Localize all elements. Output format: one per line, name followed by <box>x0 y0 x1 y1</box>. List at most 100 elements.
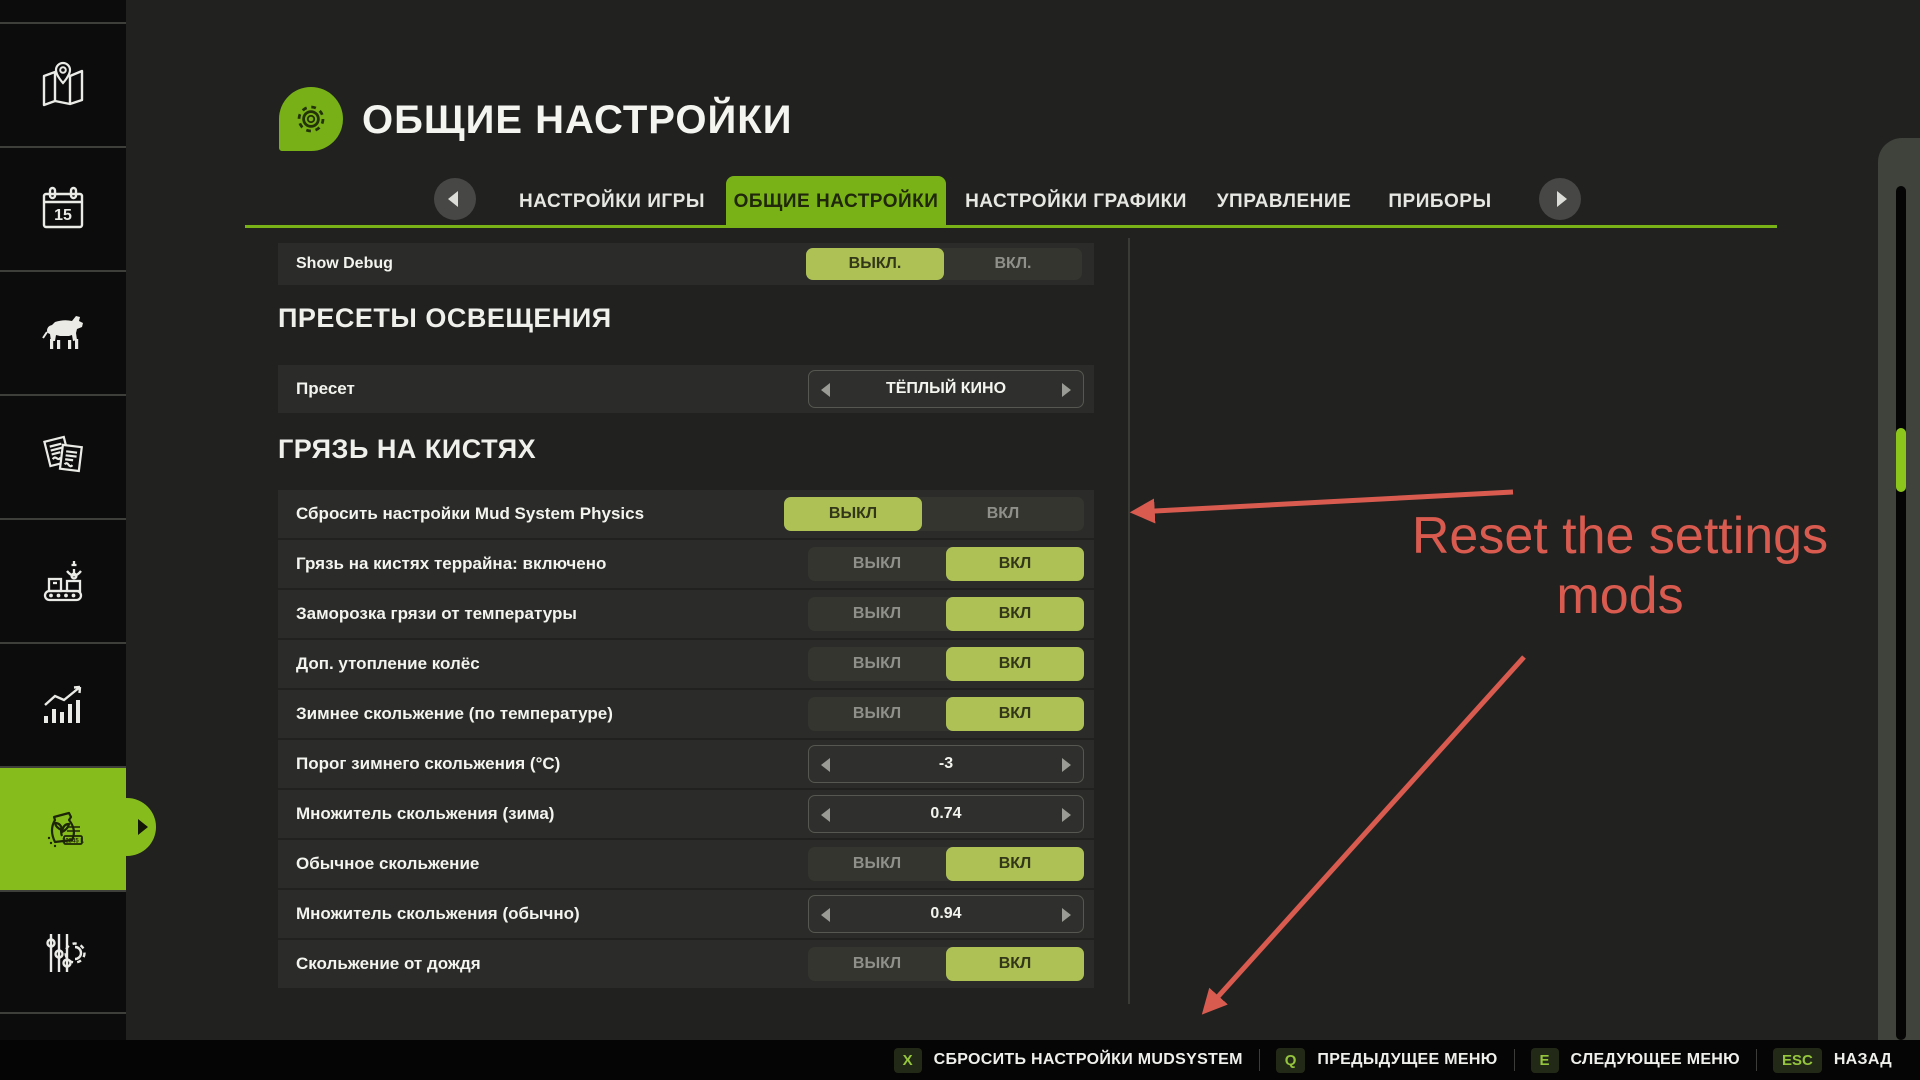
action-label: СЛЕДУЮЩЕЕ МЕНЮ <box>1571 1051 1740 1069</box>
sidebar-item-map[interactable] <box>0 24 126 146</box>
action-label: СБРОСИТЬ НАСТРОЙКИ MUDSYSTEM <box>934 1051 1243 1069</box>
action-next-menu[interactable]: E СЛЕДУЮЩЕЕ МЕНЮ <box>1531 1048 1740 1073</box>
map-icon <box>37 59 89 111</box>
sidebar-item-contracts[interactable] <box>0 396 126 518</box>
setting-label: Порог зимнего скольжения (°C) <box>296 740 560 788</box>
toggle-show-debug[interactable]: ВЫКЛ. ВКЛ. <box>806 248 1082 280</box>
toggle-winter-slip[interactable]: ВЫКЛ ВКЛ <box>808 697 1084 731</box>
toggle-mud-freeze[interactable]: ВЫКЛ ВКЛ <box>808 597 1084 631</box>
action-previous-menu[interactable]: Q ПРЕДЫДУЩЕЕ МЕНЮ <box>1276 1048 1498 1073</box>
selector-value: -3 <box>809 746 1083 782</box>
chevron-left-icon <box>448 191 458 207</box>
sidebar-item-animals[interactable] <box>0 272 126 394</box>
settings-sliders-icon <box>37 927 89 979</box>
toggle-terrain-mud[interactable]: ВЫКЛ ВКЛ <box>808 547 1084 581</box>
calendar-day-label: 15 <box>54 207 72 224</box>
setting-row-preset: Пресет ТЁПЛЫЙ КИНО <box>278 365 1094 413</box>
action-label: НАЗАД <box>1834 1051 1892 1069</box>
key-badge-x: X <box>894 1048 922 1073</box>
sidebar-item-statistics[interactable] <box>0 644 126 766</box>
toggle-on-option[interactable]: ВКЛ <box>946 847 1084 881</box>
toggle-on-option[interactable]: ВКЛ <box>946 947 1084 981</box>
normal-slip-multiplier-selector[interactable]: 0.94 <box>808 895 1084 933</box>
selector-value: 0.94 <box>809 896 1083 932</box>
list-divider <box>1128 238 1130 1004</box>
active-item-caret-icon <box>138 819 148 835</box>
toggle-on-option[interactable]: ВКЛ <box>946 547 1084 581</box>
toggle-off-option[interactable]: ВЫКЛ <box>784 497 922 531</box>
scrollbar-track[interactable] <box>1896 186 1906 1040</box>
toggle-on-option[interactable]: ВКЛ <box>946 597 1084 631</box>
general-settings-screen: 15 <box>0 0 1920 1080</box>
setting-row-wheel-sink: Доп. утопление колёс ВЫКЛ ВКЛ <box>278 640 1094 688</box>
cow-icon <box>37 307 89 359</box>
setting-row-winter-slip-multiplier: Множитель скольжения (зима) 0.74 <box>278 790 1094 838</box>
tab-graphics-settings[interactable]: НАСТРОЙКИ ГРАФИКИ <box>946 176 1206 227</box>
increase-arrow-icon[interactable] <box>1062 808 1071 822</box>
toggle-on-option[interactable]: ВКЛ <box>946 647 1084 681</box>
prev-tab-button[interactable] <box>434 178 476 220</box>
setting-label: Пресет <box>296 365 355 413</box>
toggle-off-option[interactable]: ВЫКЛ. <box>806 248 944 280</box>
sidebar-item-settings[interactable] <box>0 892 126 1014</box>
toggle-on-option[interactable]: ВКЛ <box>922 497 1084 531</box>
setting-row-terrain-mud: Грязь на кистях террайна: включено ВЫКЛ … <box>278 540 1094 588</box>
toggle-on-option[interactable]: ВКЛ. <box>944 248 1082 280</box>
key-badge-esc: ESC <box>1773 1048 1822 1073</box>
annotation-text: Reset the settings mods <box>1400 506 1840 626</box>
increase-arrow-icon[interactable] <box>1062 758 1071 772</box>
sidebar-item-production[interactable] <box>0 520 126 642</box>
action-back[interactable]: ESC НАЗАД <box>1773 1048 1892 1073</box>
sidebar-item-calendar[interactable]: 15 <box>0 148 126 270</box>
selector-value: ТЁПЛЫЙ КИНО <box>809 371 1083 407</box>
section-header-lighting-presets: ПРЕСЕТЫ ОСВЕЩЕНИЯ <box>278 303 612 334</box>
toggle-off-option[interactable]: ВЫКЛ <box>808 597 946 631</box>
toggle-off-option[interactable]: ВЫКЛ <box>808 697 946 731</box>
tab-controls[interactable]: УПРАВЛЕНИЕ <box>1206 176 1362 227</box>
tab-underline <box>245 225 1777 228</box>
setting-row-normal-slip-multiplier: Множитель скольжения (обычно) 0.94 <box>278 890 1094 938</box>
toggle-on-option[interactable]: ВКЛ <box>946 697 1084 731</box>
toggle-off-option[interactable]: ВЫКЛ <box>808 847 946 881</box>
setting-label: Обычное скольжение <box>296 840 479 888</box>
setting-label: Множитель скольжения (обычно) <box>296 890 580 938</box>
setting-row-reset-mud-system: Сбросить настройки Mud System Physics ВЫ… <box>278 490 1094 538</box>
action-reset-mudsystem[interactable]: X СБРОСИТЬ НАСТРОЙКИ MUDSYSTEM <box>894 1048 1243 1073</box>
increase-arrow-icon[interactable] <box>1062 908 1071 922</box>
setting-row-normal-slip: Обычное скольжение ВЫКЛ ВКЛ <box>278 840 1094 888</box>
setting-label: Доп. утопление колёс <box>296 640 480 688</box>
next-tab-button[interactable] <box>1539 178 1581 220</box>
bottom-key-bar: X СБРОСИТЬ НАСТРОЙКИ MUDSYSTEM Q ПРЕДЫДУ… <box>0 1040 1920 1080</box>
toggle-off-option[interactable]: ВЫКЛ <box>808 647 946 681</box>
seed-bag-icon: 12345 L <box>37 803 89 855</box>
toggle-off-option[interactable]: ВЫКЛ <box>808 947 946 981</box>
setting-label: Сбросить настройки Mud System Physics <box>296 490 644 538</box>
setting-row-mud-freeze: Заморозка грязи от температуры ВЫКЛ ВКЛ <box>278 590 1094 638</box>
chevron-right-icon <box>1557 191 1567 207</box>
bottom-bar-separator <box>1259 1049 1260 1071</box>
winter-slip-multiplier-selector[interactable]: 0.74 <box>808 795 1084 833</box>
setting-row-rain-slip: Скольжение от дождя ВЫКЛ ВКЛ <box>278 940 1094 988</box>
scrollbar-thumb[interactable] <box>1896 428 1906 492</box>
setting-row-winter-slip: Зимнее скольжение (по температуре) ВЫКЛ … <box>278 690 1094 738</box>
tab-hud[interactable]: ПРИБОРЫ <box>1362 176 1518 227</box>
bottom-bar-separator <box>1514 1049 1515 1071</box>
tab-game-settings[interactable]: НАСТРОЙКИ ИГРЫ <box>500 176 724 227</box>
toggle-normal-slip[interactable]: ВЫКЛ ВКЛ <box>808 847 1084 881</box>
setting-row-show-debug: Show Debug ВЫКЛ. ВКЛ. <box>278 243 1094 285</box>
key-badge-e: E <box>1531 1048 1559 1073</box>
toggle-reset-mud-system[interactable]: ВЫКЛ ВКЛ <box>784 497 1084 531</box>
statistics-icon <box>37 679 89 731</box>
toggle-wheel-sink[interactable]: ВЫКЛ ВКЛ <box>808 647 1084 681</box>
annotation-arrow-to-bottom-bar <box>1206 657 1524 1010</box>
preset-selector[interactable]: ТЁПЛЫЙ КИНО <box>808 370 1084 408</box>
page-title: ОБЩИЕ НАСТРОЙКИ <box>362 94 792 146</box>
price-tag-label: 12345 L <box>62 839 84 845</box>
toggle-off-option[interactable]: ВЫКЛ <box>808 547 946 581</box>
tab-general-settings-active[interactable]: ОБЩИЕ НАСТРОЙКИ <box>726 176 946 227</box>
toggle-rain-slip[interactable]: ВЫКЛ ВКЛ <box>808 947 1084 981</box>
setting-label: Заморозка грязи от температуры <box>296 590 577 638</box>
setting-label: Show Debug <box>296 243 393 285</box>
increase-arrow-icon[interactable] <box>1062 383 1071 397</box>
winter-slip-threshold-selector[interactable]: -3 <box>808 745 1084 783</box>
